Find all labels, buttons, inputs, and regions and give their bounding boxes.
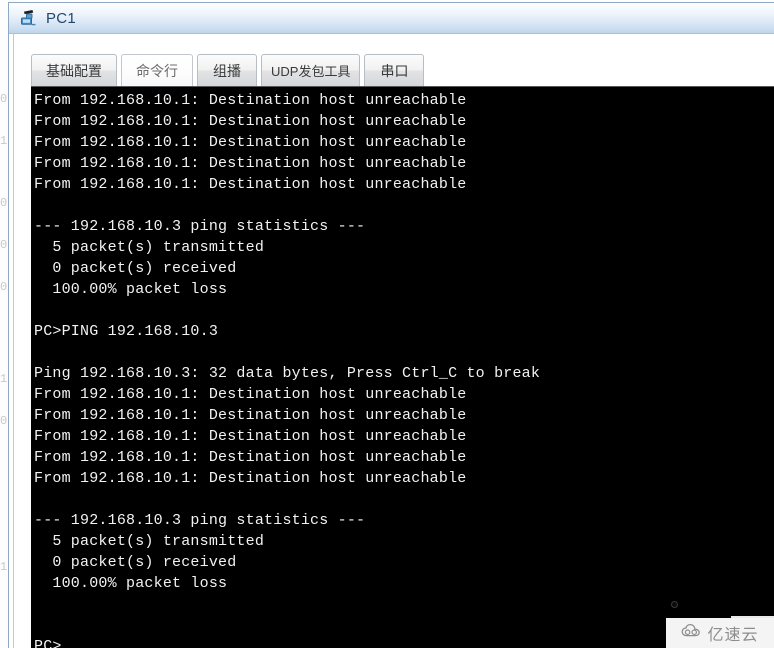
terminal-line: From 192.168.10.1: Destination host unre…: [34, 176, 467, 193]
tab-udp-packet-tool[interactable]: UDP发包工具: [261, 54, 361, 86]
terminal-line: 100.00% packet loss: [34, 575, 228, 592]
terminal-line: 100.00% packet loss: [34, 281, 228, 298]
watermark-text: 亿速云: [707, 627, 759, 644]
terminal-line: From 192.168.10.1: Destination host unre…: [34, 155, 467, 172]
tab-multicast[interactable]: 组播: [197, 54, 257, 86]
window-client-area: 基础配置 命令行 组播 UDP发包工具 串口 From 192.168.10.1…: [13, 34, 774, 648]
terminal-line: From 192.168.10.1: Destination host unre…: [34, 470, 467, 487]
tab-serial-port[interactable]: 串口: [364, 54, 425, 86]
terminal-line: From 192.168.10.1: Destination host unre…: [34, 92, 467, 109]
terminal-line: 5 packet(s) transmitted: [34, 239, 265, 256]
terminal-line: From 192.168.10.1: Destination host unre…: [34, 134, 467, 151]
window-title: PC1: [46, 9, 77, 27]
terminal-line: From 192.168.10.1: Destination host unre…: [34, 428, 467, 445]
terminal-line: From 192.168.10.1: Destination host unre…: [34, 407, 467, 424]
cloud-icon: [681, 623, 703, 643]
terminal-line: From 192.168.10.1: Destination host unre…: [34, 113, 467, 130]
tab-basic-config[interactable]: 基础配置: [31, 54, 117, 86]
terminal-line: 5 packet(s) transmitted: [34, 533, 265, 550]
app-screenshot: 0 1 0 0 0 1 0 1 PC1 基础配置 命令行 组播 UDP发包工具 …: [0, 0, 774, 648]
watermark-dot-icon: [671, 601, 678, 608]
terminal-line: --- 192.168.10.3 ping statistics ---: [34, 512, 366, 529]
terminal-line: Ping 192.168.10.3: 32 data bytes, Press …: [34, 365, 541, 382]
command-line-terminal[interactable]: From 192.168.10.1: Destination host unre…: [31, 86, 774, 648]
terminal-line: From 192.168.10.1: Destination host unre…: [34, 449, 467, 466]
terminal-line: --- 192.168.10.3 ping statistics ---: [34, 218, 366, 235]
window-titlebar: PC1: [9, 3, 774, 34]
terminal-line: PC>: [34, 638, 62, 648]
terminal-line: From 192.168.10.1: Destination host unre…: [34, 386, 467, 403]
tab-strip: 基础配置 命令行 组播 UDP发包工具 串口: [14, 34, 774, 86]
pc-device-icon: [19, 8, 39, 28]
tab-command-line[interactable]: 命令行: [121, 54, 193, 86]
terminal-line: 0 packet(s) received: [34, 554, 237, 571]
terminal-line: PC>PING 192.168.10.3: [34, 323, 219, 340]
terminal-output: From 192.168.10.1: Destination host unre…: [31, 87, 774, 648]
pc1-window: PC1 基础配置 命令行 组播 UDP发包工具 串口 From 192.168.…: [8, 2, 774, 648]
watermark: 亿速云: [666, 618, 774, 648]
terminal-line: 0 packet(s) received: [34, 260, 237, 277]
